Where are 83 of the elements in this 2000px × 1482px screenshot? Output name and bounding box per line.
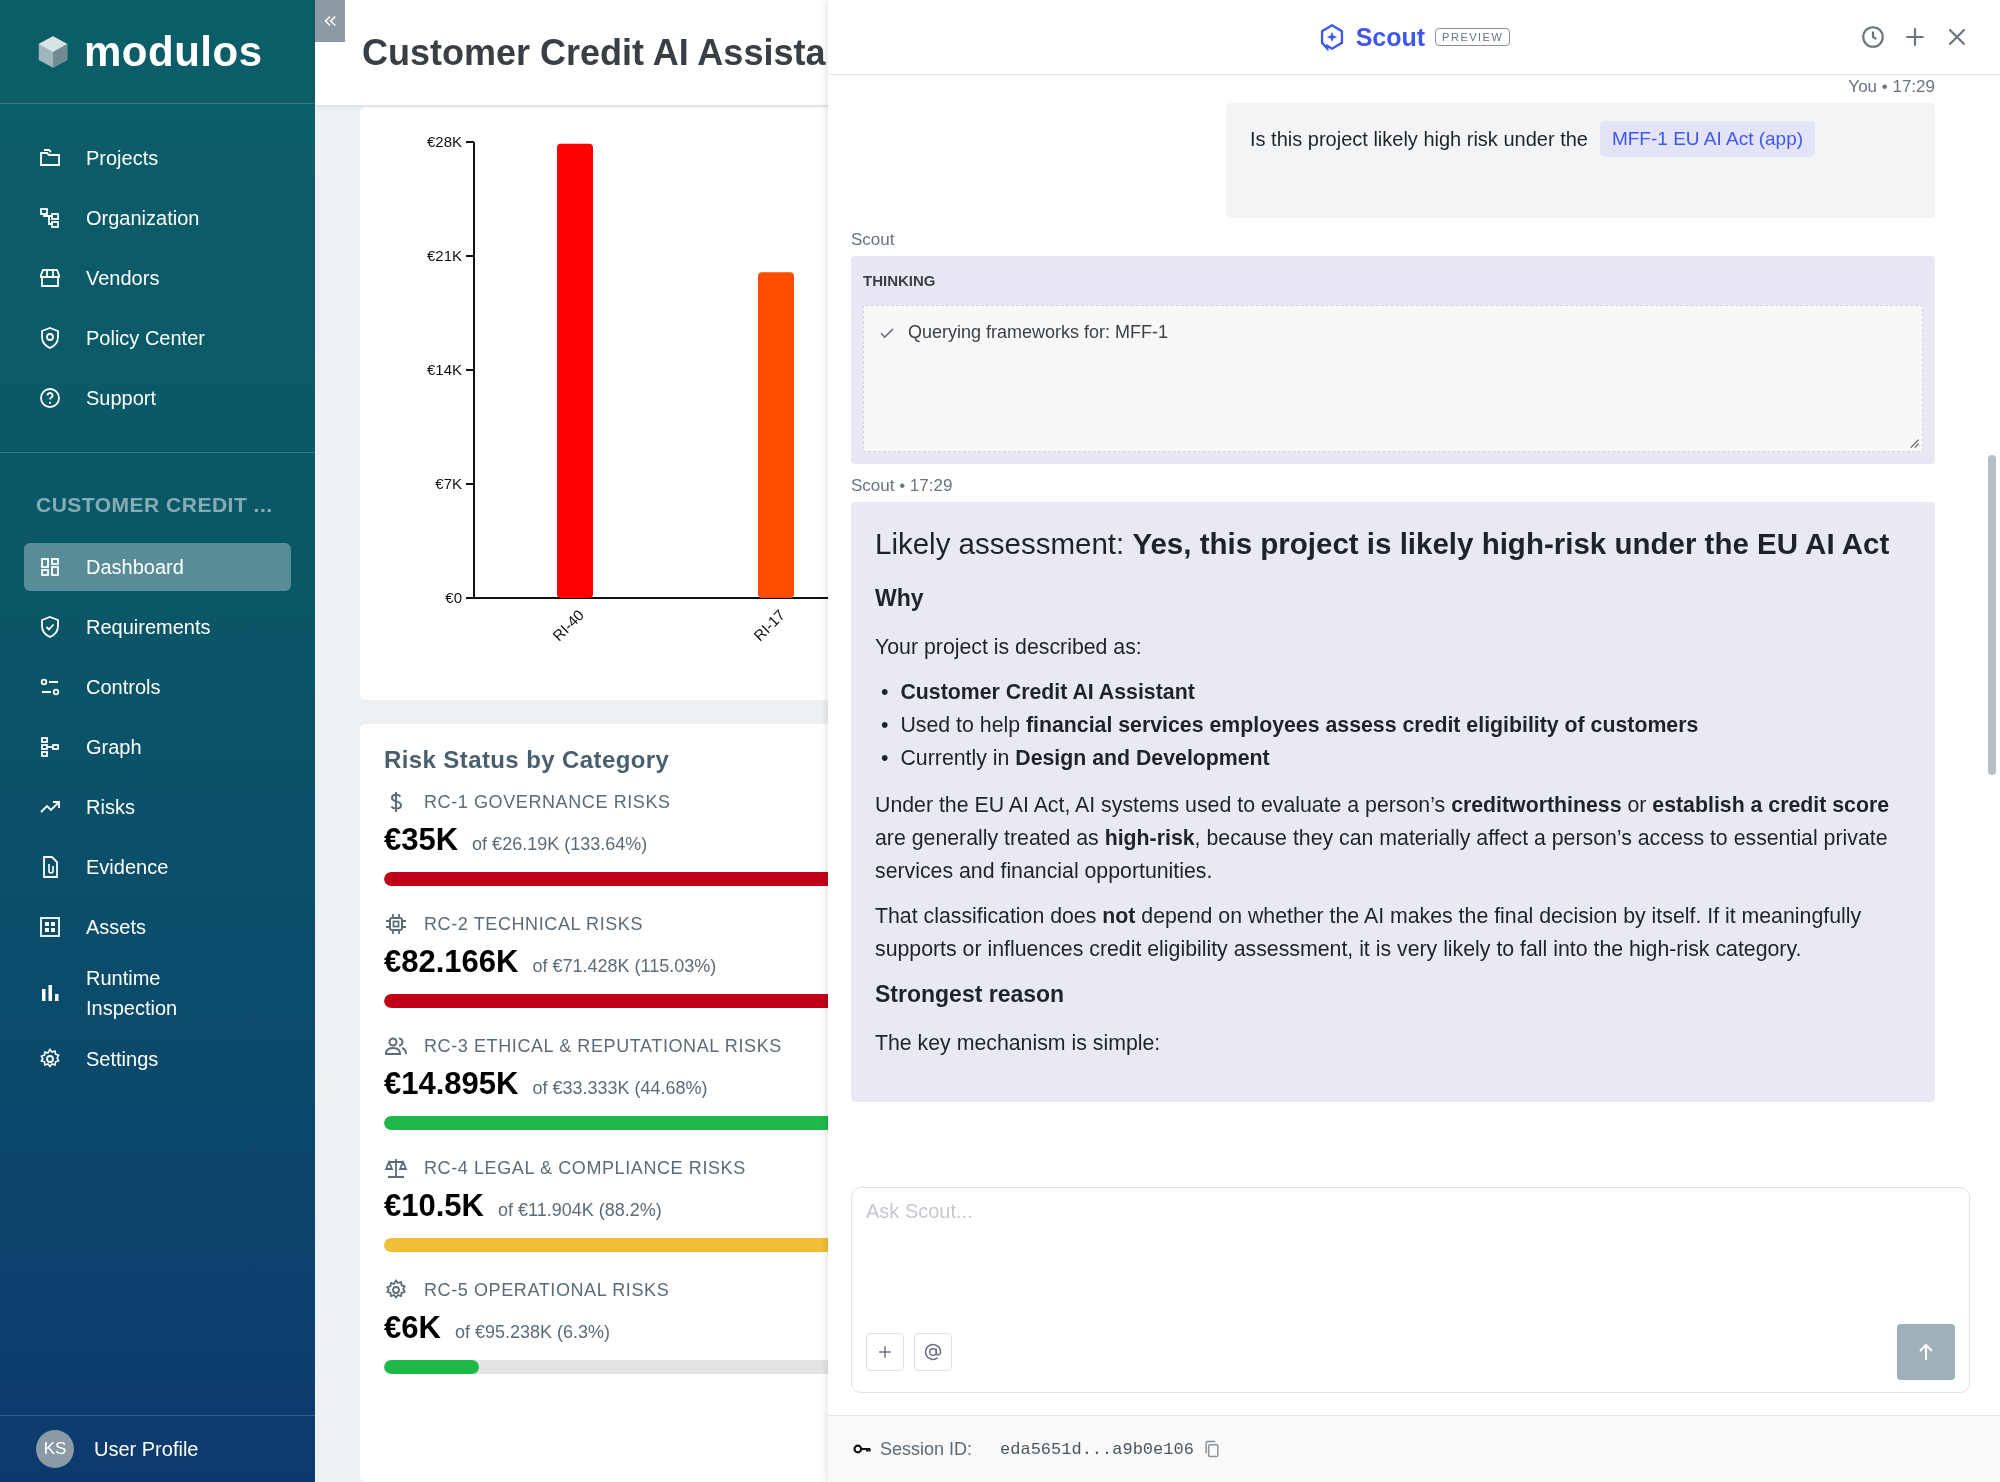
- message-meta: You • 17:29: [1847, 77, 1935, 97]
- message-text: Is this project likely high risk under the: [1250, 127, 1588, 151]
- axis-tick-label: €0: [445, 589, 462, 606]
- user-profile-link[interactable]: KS User Profile: [0, 1415, 315, 1482]
- dashboard-icon: [38, 555, 62, 579]
- nav-item[interactable]: Graph: [24, 723, 291, 771]
- message-meta: Scout: [851, 230, 896, 250]
- chip-icon: [384, 912, 408, 936]
- card-title: Risk Status by Category: [384, 746, 670, 774]
- paragraph: The key mechanism is simple:: [875, 1030, 1162, 1057]
- paragraph: That classification does not depend on whether the AI makes the final decision by itself. If it meaningfully supports or influences credit eligibility assessment, it is very likely to fall into the high-risk category.: [875, 903, 1863, 963]
- risk-detail: of €11.904K (88.2%): [497, 1200, 662, 1221]
- bullet-item: Customer Credit AI Assistant: [900, 679, 1195, 706]
- category-label: RC-3 ETHICAL & REPUTATIONAL RISKS: [424, 1035, 782, 1057]
- panel-title: Scout: [1355, 22, 1426, 52]
- storefront-icon: [38, 266, 62, 290]
- session-id: eda5651d...a9b0e106: [1000, 1439, 1194, 1459]
- nav-item[interactable]: Organization: [24, 194, 291, 242]
- risk-detail: of €71.428K (115.03%): [532, 956, 717, 977]
- axis-tick-label: €28K: [426, 133, 462, 150]
- attach-button[interactable]: [866, 1333, 904, 1371]
- bullet-mark: •: [881, 745, 889, 772]
- shield-icon: [38, 326, 62, 350]
- axis-tick-label: €21K: [426, 247, 462, 264]
- nav-item[interactable]: Vendors: [24, 254, 291, 302]
- nav-item[interactable]: Policy Center: [24, 314, 291, 362]
- thinking-label: THINKING: [863, 272, 937, 289]
- composer-box[interactable]: Ask Scout...: [851, 1187, 1970, 1393]
- risk-detail: of €33.333K (44.68%): [532, 1078, 708, 1099]
- paragraph: Your project is described as:: [875, 634, 1143, 661]
- nav-item[interactable]: Runtime Inspection: [24, 963, 291, 1023]
- grid-icon: [38, 915, 62, 939]
- preview-badge: PREVIEW: [1435, 28, 1511, 46]
- avatar: KS: [36, 1430, 74, 1468]
- axis-tick-label: €14K: [426, 361, 462, 378]
- history-button[interactable]: [1860, 24, 1886, 50]
- at-sign-icon: [923, 1342, 943, 1362]
- category-label: RC-2 TECHNICAL RISKS: [424, 913, 644, 935]
- shield-check-icon: [38, 615, 62, 639]
- axis-tick-label: €7K: [435, 475, 462, 492]
- nav-item[interactable]: Settings: [24, 1035, 291, 1083]
- answer-heading: Likely assessment: Yes, this project is likely high-risk under the EU AI Act: [875, 526, 1891, 562]
- bullet-mark: •: [881, 712, 889, 739]
- nav-item[interactable]: Evidence: [24, 843, 291, 891]
- risk-detail: of €26.19K (133.64%): [472, 834, 648, 855]
- paragraph: Under the EU AI Act, AI systems used to evaluate a person’s creditworthiness or establish a credit score are generally treated as high-risk, because they can materially affect a person’s access to essential private services and financial opportunities.: [875, 792, 1891, 885]
- send-button[interactable]: [1897, 1324, 1955, 1380]
- bullet-mark: •: [881, 679, 889, 706]
- section-heading: Strongest reason: [875, 980, 1066, 1009]
- risk-amount: €82.166K: [384, 944, 519, 980]
- risk-amount: €10.5K: [384, 1188, 484, 1224]
- collapse-button[interactable]: [315, 0, 345, 42]
- nav-item[interactable]: Support: [24, 374, 291, 422]
- category-label: RC-5 OPERATIONAL RISKS: [424, 1279, 670, 1301]
- framework-chip[interactable]: MFF-1 EU AI Act (app): [1599, 121, 1816, 157]
- nav-item[interactable]: Risks: [24, 783, 291, 831]
- category-label: RC-1 GOVERNANCE RISKS: [424, 791, 671, 813]
- scrollbar-thumb[interactable]: [1988, 455, 1996, 775]
- nav-item[interactable]: Assets: [24, 903, 291, 951]
- scale-icon: [384, 1156, 408, 1180]
- graph-icon: [38, 735, 62, 759]
- mention-button[interactable]: [914, 1333, 952, 1371]
- section-heading: Why: [875, 584, 925, 613]
- hierarchy-icon: [38, 206, 62, 230]
- risk-detail: of €95.238K (6.3%): [454, 1322, 610, 1343]
- nav-item[interactable]: Projects: [24, 134, 291, 182]
- session-label: Session ID:: [880, 1438, 973, 1460]
- section-title: CUSTOMER CREDIT ...: [35, 492, 274, 518]
- logo-text: modulos: [84, 27, 263, 76]
- nav-item[interactable]: Controls: [24, 663, 291, 711]
- clock-icon: [1860, 24, 1886, 50]
- bullet-item: Currently in Design and Development: [900, 745, 1270, 772]
- nav-item[interactable]: Requirements: [24, 603, 291, 651]
- nav-item[interactable]: Dashboard: [24, 543, 291, 591]
- step-text: Querying frameworks for: MFF-1: [908, 322, 1169, 343]
- message-meta: Scout • 17:29: [851, 476, 954, 496]
- risk-amount: €6K: [384, 1310, 441, 1346]
- risk-amount: €14.895K: [384, 1066, 519, 1102]
- risk-amount: €35K: [384, 822, 459, 858]
- help-icon: [38, 386, 62, 410]
- bullet-item: Used to help financial services employees assess credit eligibility of customers: [900, 712, 1699, 739]
- category-label: RC-4 LEGAL & COMPLIANCE RISKS: [424, 1157, 746, 1179]
- page-title: Customer Credit AI Assista: [362, 31, 826, 74]
